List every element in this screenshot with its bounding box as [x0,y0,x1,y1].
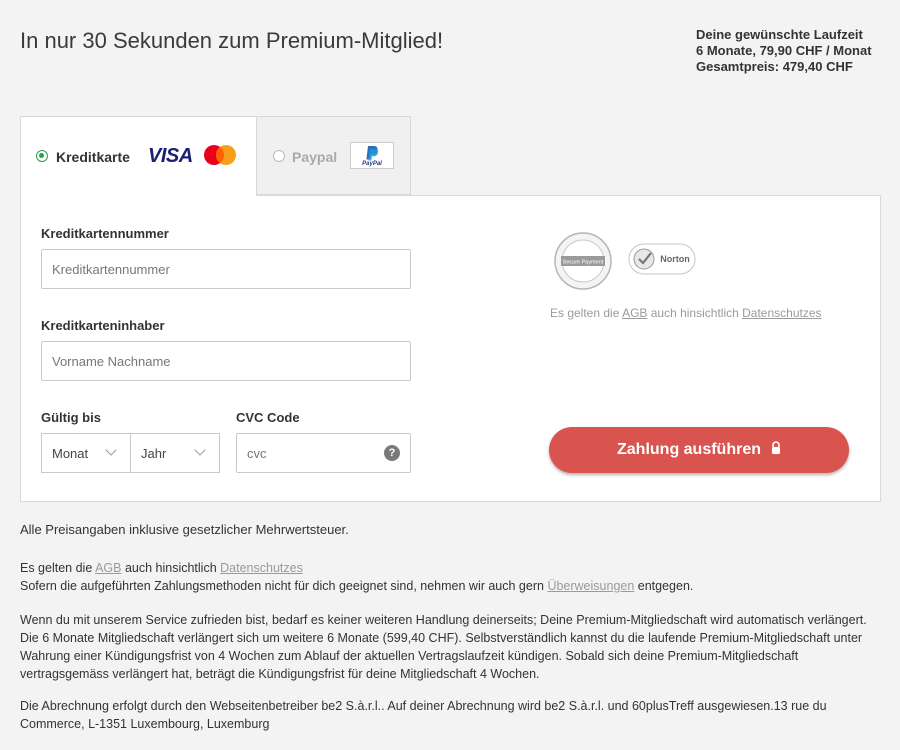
norton-text: Norton [660,254,690,264]
payment-form-panel: Kreditkartennummer Kreditkarteninhaber G… [20,195,881,502]
credit-card-radio[interactable] [36,150,48,162]
card-number-field[interactable] [41,249,411,289]
secure-payment-seal-icon: Secure Payment [554,232,612,290]
summary-plan: 6 Monate, 79,90 CHF / Monat [696,43,872,58]
paypal-radio[interactable] [273,150,285,162]
seal-text: Secure Payment [563,260,604,266]
footer-terms-prefix: Es gelten die [20,561,96,575]
cvc-label: CVC Code [236,410,300,425]
paypal-logo-text: PayPal [362,161,382,167]
year-select[interactable]: Jahr [130,433,220,473]
footer-agb-link[interactable]: AGB [95,561,121,575]
tab-paypal[interactable]: Paypal PayPal [257,116,411,195]
visa-logo: VISA [148,145,193,167]
cvc-field[interactable]: ? [236,433,411,473]
mastercard-logo [204,145,236,165]
year-value: Jahr [141,446,167,461]
lock-icon [771,441,781,457]
card-holder-label: Kreditkarteninhaber [41,318,165,333]
norton-seal-icon: Norton [628,243,696,275]
bank-transfer-link[interactable]: Überweisungen [547,579,634,593]
terms-prefix: Es gelten die [550,306,623,320]
footer-terms: Es gelten die AGB auch hinsichtlich Date… [20,559,693,595]
help-icon[interactable]: ? [384,445,400,461]
paypal-logo: PayPal [350,142,394,169]
card-number-label: Kreditkartennummer [41,226,169,241]
agb-link[interactable]: AGB [622,306,647,320]
chevron-down-icon [105,444,117,456]
page-title: In nur 30 Sekunden zum Premium-Mitglied! [20,28,444,53]
paypal-label: Paypal [292,149,338,165]
valid-until-label: Gültig bis [41,410,101,425]
card-holder-input[interactable] [42,342,410,380]
methods-suffix: entgegen. [634,579,694,593]
tab-credit-card[interactable]: Kreditkarte VISA [20,116,257,196]
chevron-down-icon [194,444,206,456]
credit-card-label: Kreditkarte [56,149,130,165]
pay-button[interactable]: Zahlung ausführen [549,427,849,473]
month-value: Monat [52,446,89,461]
footer-privacy-link[interactable]: Datenschutzes [220,561,303,575]
summary-label: Deine gewünschte Laufzeit [696,27,863,42]
card-number-input[interactable] [42,250,410,288]
terms-middle: auch hinsichtlich [647,306,743,320]
vat-notice: Alle Preisangaben inklusive gesetzlicher… [20,522,349,537]
renewal-notice: Wenn du mit unserem Service zufrieden bi… [20,613,867,681]
terms-notice: Es gelten die AGB auch hinsichtlich Date… [550,306,822,320]
methods-text: Sofern die aufgeführten Zahlungsmethoden… [20,579,548,593]
privacy-link[interactable]: Datenschutzes [742,306,821,320]
month-select[interactable]: Monat [41,433,131,473]
summary-total: Gesamtpreis: 479,40 CHF [696,59,853,74]
footer-terms-middle: auch hinsichtlich [121,561,221,575]
card-holder-field[interactable] [41,341,411,381]
order-summary: Deine gewünschte Laufzeit 6 Monate, 79,9… [696,27,872,75]
pay-button-label: Zahlung ausführen [617,441,761,458]
billing-notice: Die Abrechnung erfolgt durch den Webseit… [20,699,827,731]
